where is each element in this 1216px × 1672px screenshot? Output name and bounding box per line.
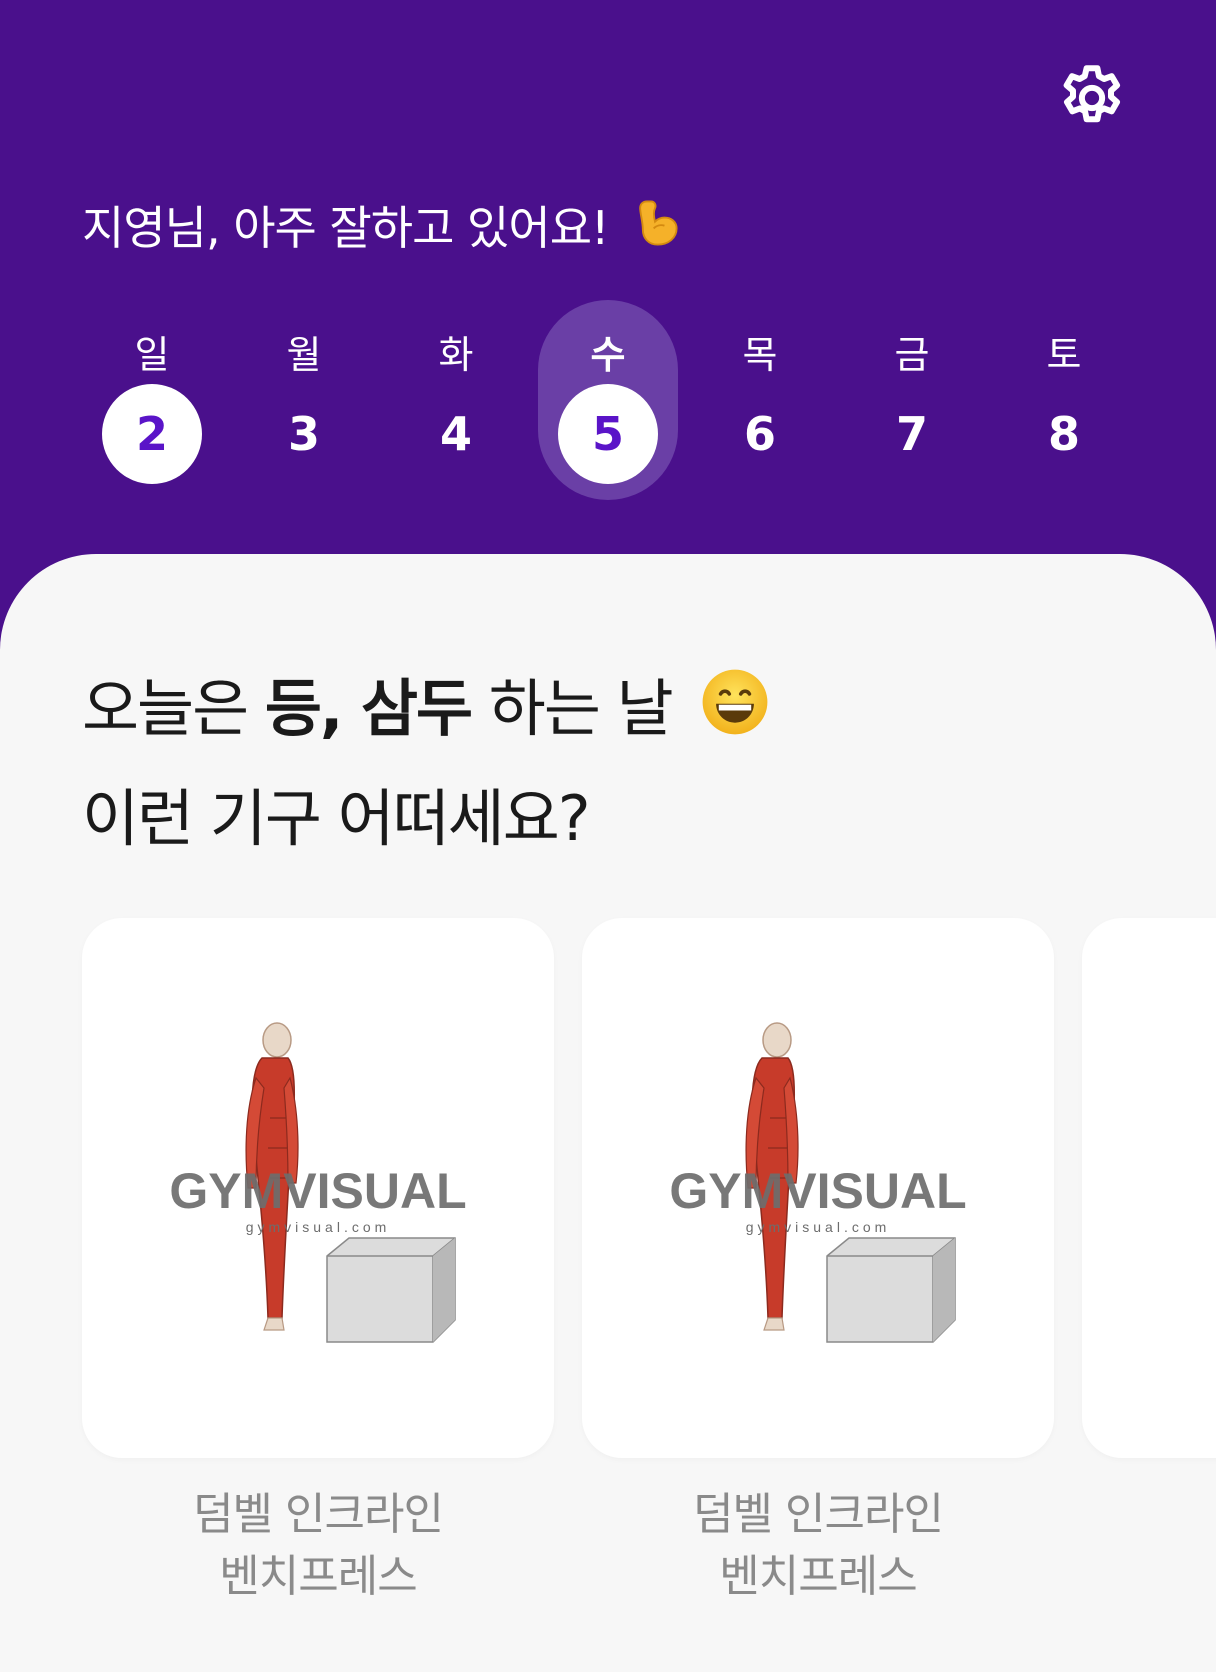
app-screen: 지영님, 아주 잘하고 있어요! 일2월3화4수5목6금7토8 오늘은 등, 삼… bbox=[0, 0, 1216, 1672]
day-label: 일 bbox=[134, 333, 170, 377]
day-date: 6 bbox=[743, 407, 776, 461]
day-label: 월 bbox=[286, 333, 322, 377]
exercise-card[interactable]: GY bbox=[1082, 918, 1216, 1458]
exercise-name[interactable]: 덤벨 인크라인 벤치프레스 bbox=[82, 1484, 554, 1608]
day-date: 4 bbox=[439, 407, 472, 461]
content-sheet: 오늘은 등, 삼두 하는 날 이런 기구 어떠세요? GYMVISUAL gym… bbox=[0, 554, 1216, 1672]
day-date: 3 bbox=[287, 407, 320, 461]
subheadline: 이런 기구 어떠세요? bbox=[82, 782, 591, 855]
headline: 오늘은 등, 삼두 하는 날 이런 기구 어떠세요? bbox=[82, 654, 771, 874]
day-date: 7 bbox=[895, 407, 928, 461]
day-5[interactable]: 금7 bbox=[842, 300, 982, 500]
day-2[interactable]: 화4 bbox=[386, 300, 526, 500]
day-0[interactable]: 일2 bbox=[82, 300, 222, 500]
exercise-name[interactable]: 덤벨 인크라인 벤치프레스 bbox=[582, 1484, 1054, 1608]
day-date: 2 bbox=[102, 384, 202, 484]
watermark-logo: GYMVISUAL bbox=[669, 1163, 966, 1219]
day-6[interactable]: 토8 bbox=[994, 300, 1134, 500]
day-label: 수 bbox=[590, 333, 626, 377]
day-3[interactable]: 수5 bbox=[538, 300, 678, 500]
grinning-face-emoji bbox=[702, 669, 768, 735]
day-4[interactable]: 목6 bbox=[690, 300, 830, 500]
headline-line-1: 오늘은 등, 삼두 하는 날 bbox=[82, 654, 771, 764]
day-1[interactable]: 월3 bbox=[234, 300, 374, 500]
watermark-url: gymvisual.com bbox=[246, 1219, 391, 1235]
watermark-logo: GYMVISUAL bbox=[169, 1163, 466, 1219]
exercise-illustration: GYMVISUALgymvisual.com bbox=[169, 1022, 467, 1343]
headline-suffix: 하는 날 bbox=[471, 672, 674, 745]
day-label: 화 bbox=[438, 333, 474, 377]
exercise-illustration: GYMVISUALgymvisual.com bbox=[669, 1022, 967, 1343]
headline-muscles: 등, 삼두 bbox=[264, 672, 473, 745]
exercise-card[interactable]: GYMVISUAL gymvisual.com bbox=[82, 918, 554, 1458]
watermark-url: gymvisual.com bbox=[746, 1219, 891, 1235]
day-label: 금 bbox=[894, 333, 930, 377]
headline-prefix: 오늘은 bbox=[82, 672, 265, 745]
day-label: 목 bbox=[742, 333, 778, 377]
exercise-illustration: GY bbox=[1082, 918, 1216, 1458]
exercise-name[interactable]: 덤 벤 bbox=[1082, 1484, 1216, 1608]
day-date: 8 bbox=[1047, 407, 1080, 461]
exercise-card[interactable]: GYMVISUAL gymvisual.com bbox=[582, 918, 1054, 1458]
day-label: 토 bbox=[1046, 333, 1082, 377]
day-date: 5 bbox=[558, 384, 658, 484]
week-calendar: 일2월3화4수5목6금7토8 bbox=[0, 0, 1216, 520]
